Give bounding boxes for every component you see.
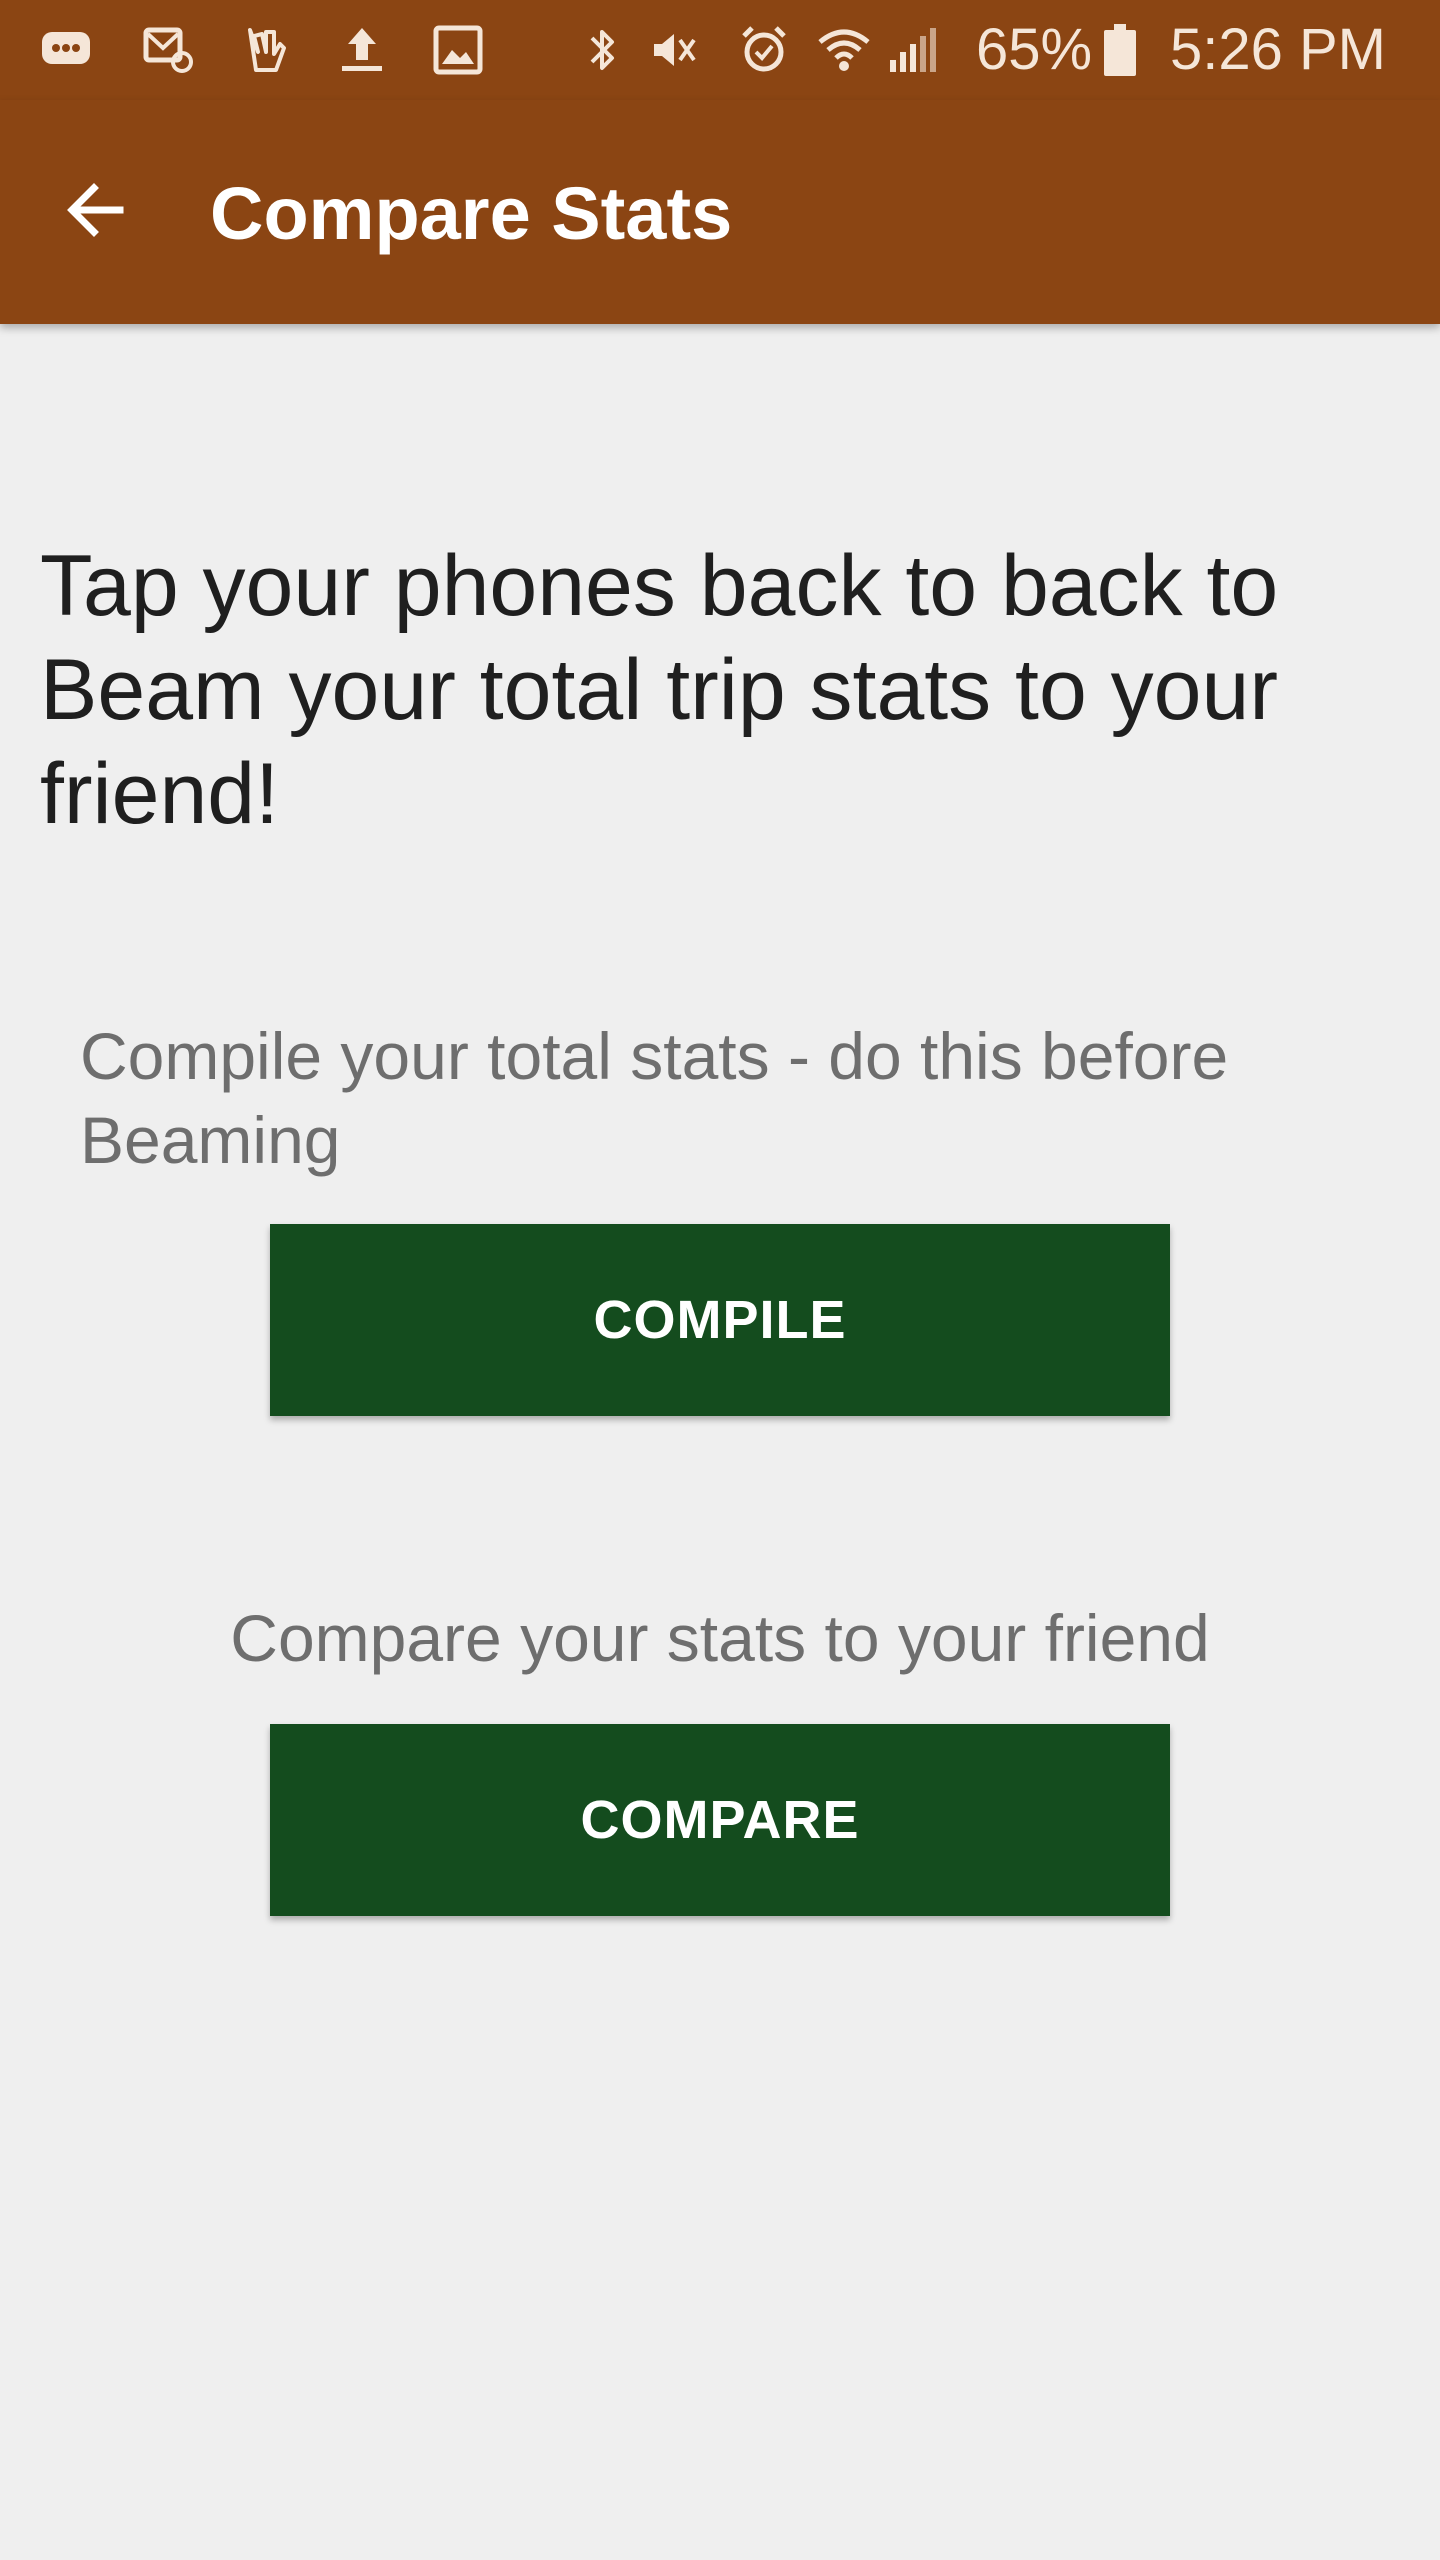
alarm-icon — [736, 22, 792, 78]
cell-signal-icon — [884, 22, 940, 78]
battery-percent: 65% — [976, 17, 1093, 82]
hand-icon — [236, 22, 292, 78]
upload-icon — [334, 22, 390, 78]
image-icon — [430, 22, 486, 78]
compare-description: Compare your stats to your friend — [230, 1601, 1210, 1675]
compile-button[interactable]: COMPILE — [270, 1224, 1170, 1416]
compile-description: Compile your total stats - do this befor… — [80, 1019, 1229, 1177]
page-title: Compare Stats — [210, 172, 733, 255]
back-button[interactable] — [40, 156, 152, 268]
instruction-headline: Tap your phones back to back to Beam you… — [40, 538, 1279, 842]
battery-icon — [1100, 22, 1140, 78]
clock: 5:26 PM — [1170, 17, 1386, 82]
chat-bubble-icon — [38, 22, 94, 78]
email-icon — [140, 22, 196, 78]
status-bar: 65% 5:26 PM — [0, 0, 1440, 100]
bluetooth-icon — [574, 22, 630, 78]
arrow-back-icon — [60, 174, 132, 251]
app-bar: Compare Stats — [0, 100, 1440, 324]
main-content: Tap your phones back to back to Beam you… — [0, 324, 1440, 2560]
wifi-icon — [816, 22, 872, 78]
mute-icon — [644, 22, 700, 78]
compare-button[interactable]: COMPARE — [270, 1724, 1170, 1916]
